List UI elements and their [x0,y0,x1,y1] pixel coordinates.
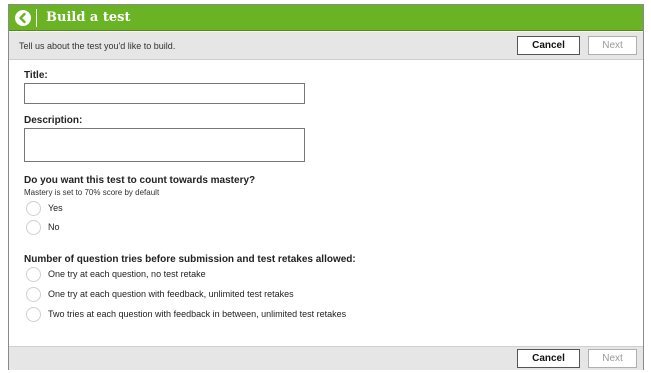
cancel-button[interactable]: Cancel [517,36,580,55]
radio-one-no-retake-label: One try at each question, no test retake [48,269,206,279]
title-field-label: Title: [24,70,48,81]
mastery-note: Mastery is set to 70% score by default [24,188,160,197]
radio-no-label: No [48,222,60,232]
radio-yes[interactable] [26,201,41,216]
title-input[interactable] [24,83,305,104]
tries-question: Number of question tries before submissi… [24,254,356,265]
back-arrow-icon[interactable] [15,10,31,26]
radio-two-feedback[interactable] [26,307,41,322]
title-divider [36,9,37,27]
radio-yes-label: Yes [48,203,63,213]
description-field-label: Description: [24,115,83,126]
top-toolbar: Tell us about the test you'd like to bui… [9,32,643,60]
mastery-question: Do you want this test to count towards m… [24,175,256,186]
radio-one-feedback[interactable] [26,287,41,302]
radio-no[interactable] [26,220,41,235]
radio-one-no-retake[interactable] [26,267,41,282]
footer-next-button[interactable]: Next [588,349,637,368]
bottom-toolbar: Cancel Next [9,346,643,370]
title-bar: Build a test [9,5,643,31]
radio-two-feedback-label: Two tries at each question with feedback… [48,309,347,319]
description-input[interactable] [24,128,305,162]
page-title: Build a test [46,10,131,25]
build-test-dialog: Build a test Tell us about the test you'… [8,4,644,370]
radio-one-feedback-label: One try at each question with feedback, … [48,289,294,299]
next-button[interactable]: Next [588,36,637,55]
footer-cancel-button[interactable]: Cancel [517,349,580,368]
toolbar-hint: Tell us about the test you'd like to bui… [19,41,176,51]
